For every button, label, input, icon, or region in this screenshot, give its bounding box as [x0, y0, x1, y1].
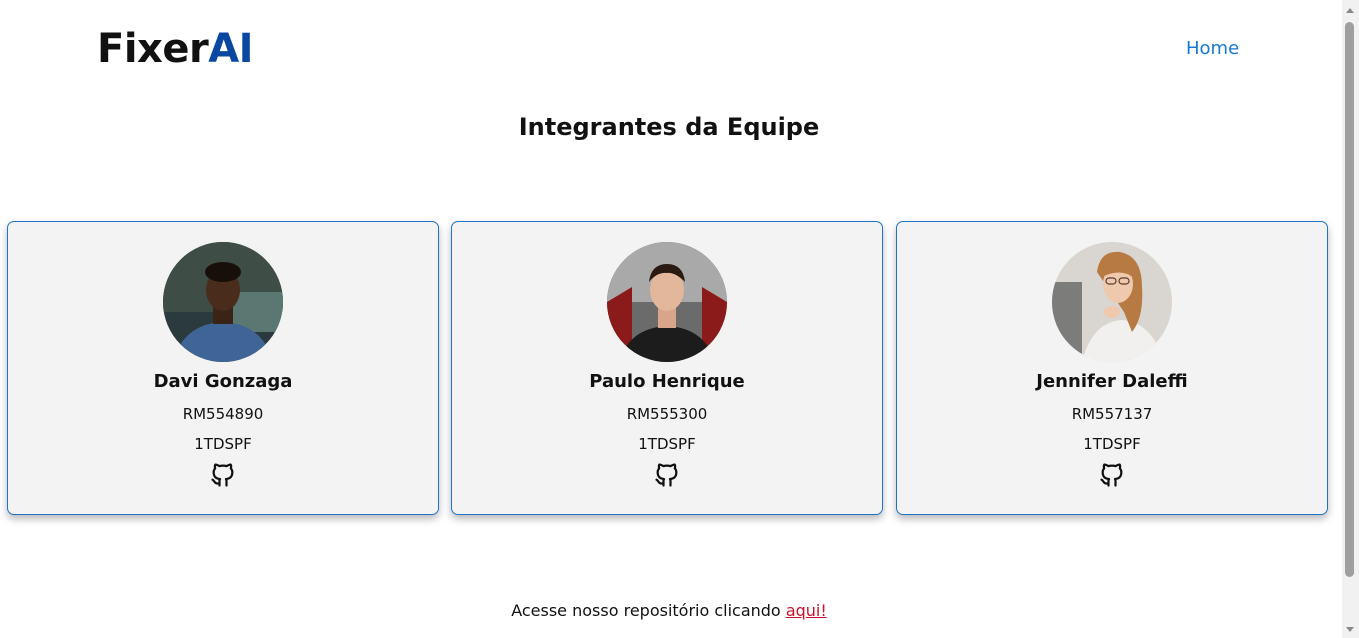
logo-accent-text: AI	[208, 26, 254, 72]
nav-home-link[interactable]: Home	[1186, 37, 1239, 61]
scrollbar-thumb[interactable]	[1345, 22, 1354, 577]
member-class: 1TDSPF	[194, 435, 252, 453]
page-title: Integrantes da Equipe	[518, 113, 820, 141]
repository-link[interactable]: aqui!	[786, 601, 827, 620]
member-card: Davi Gonzaga RM554890 1TDSPF	[7, 221, 439, 515]
member-class: 1TDSPF	[1083, 435, 1141, 453]
avatar	[163, 242, 283, 362]
scroll-down-arrow-icon[interactable]	[1346, 627, 1354, 632]
avatar	[1052, 242, 1172, 362]
github-icon[interactable]	[209, 460, 237, 490]
member-name: Jennifer Daleffi	[1036, 371, 1188, 392]
avatar	[607, 242, 727, 362]
member-name: Davi Gonzaga	[153, 371, 293, 392]
logo: FixerAI	[97, 24, 254, 74]
member-card: Paulo Henrique RM555300 1TDSPF	[451, 221, 883, 515]
member-rm: RM555300	[626, 405, 708, 423]
member-rm: RM557137	[1071, 405, 1153, 423]
github-icon[interactable]	[653, 460, 681, 490]
member-rm: RM554890	[182, 405, 264, 423]
member-name: Paulo Henrique	[589, 371, 745, 392]
footer: Acesse nosso repositório clicando aqui!	[0, 600, 1338, 622]
scroll-up-arrow-icon[interactable]	[1346, 8, 1354, 13]
member-card: Jennifer Daleffi RM557137 1TDSPF	[896, 221, 1328, 515]
scrollbar[interactable]	[1342, 0, 1359, 638]
github-icon[interactable]	[1098, 460, 1126, 490]
footer-text: Acesse nosso repositório clicando	[511, 601, 786, 620]
logo-main-text: Fixer	[97, 26, 209, 72]
member-class: 1TDSPF	[638, 435, 696, 453]
